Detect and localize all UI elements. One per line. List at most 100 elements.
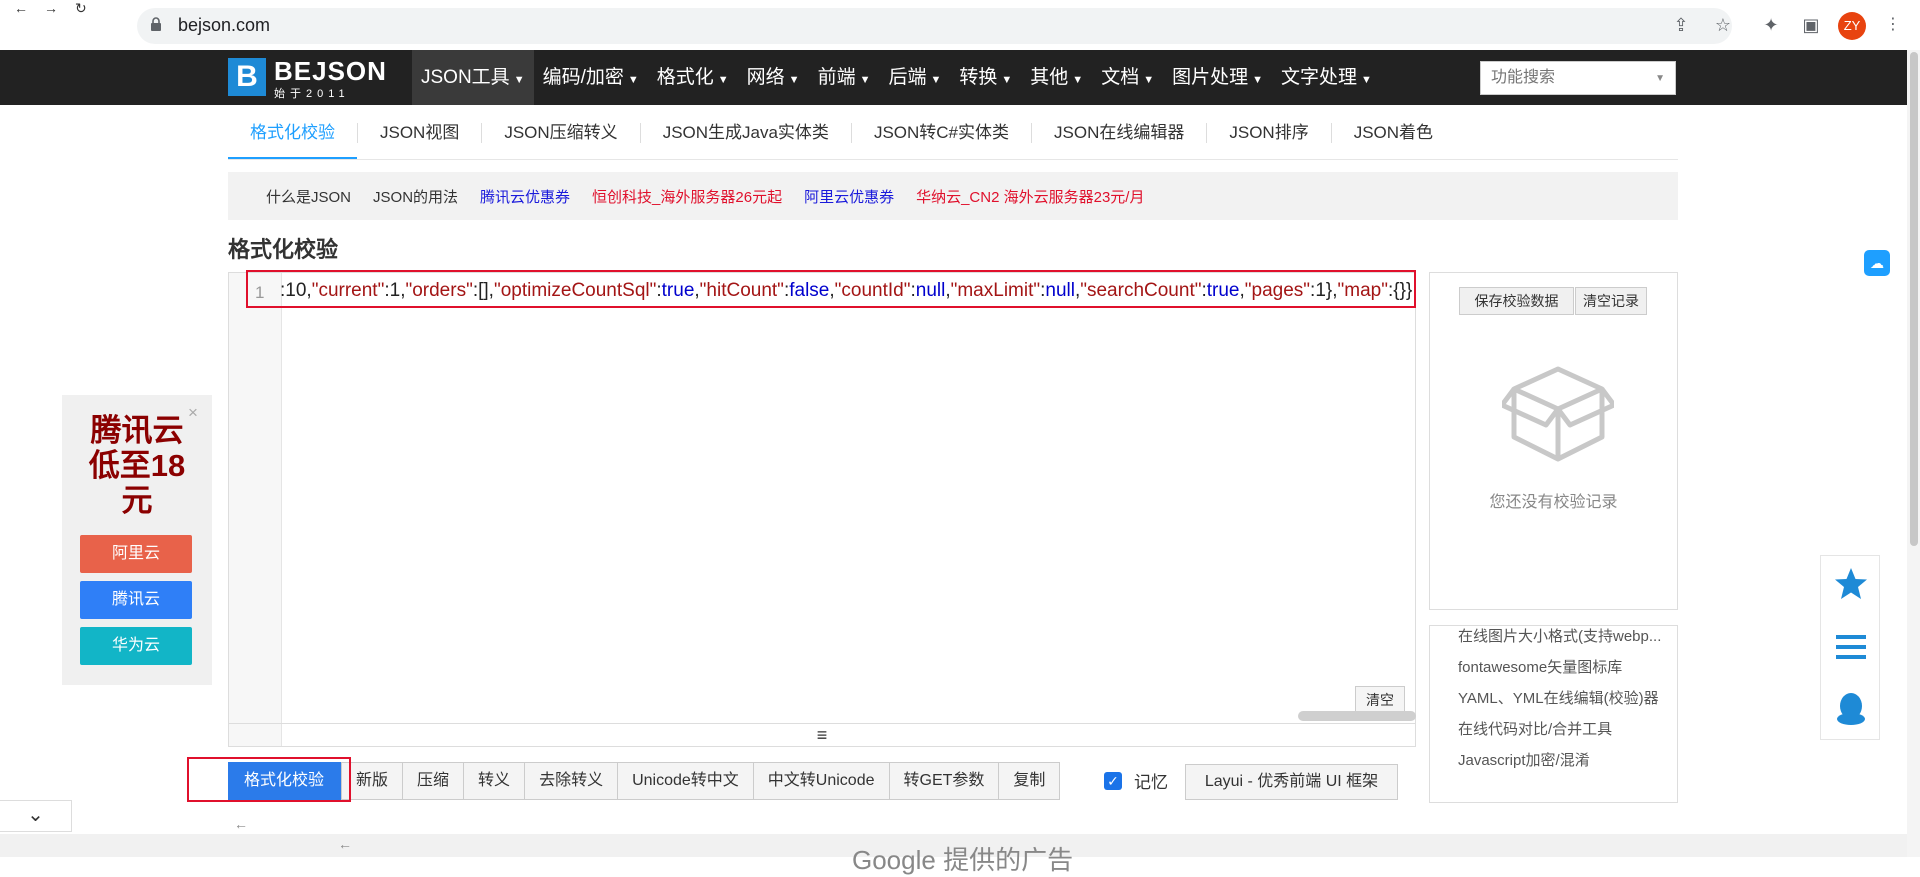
qq-icon[interactable] — [1833, 691, 1869, 727]
section-title: 格式化校验 — [228, 237, 339, 262]
chat-bubble-icon[interactable]: ☁ — [1864, 250, 1890, 276]
top-link[interactable]: 恒创科技_海外服务器26元起 — [592, 186, 782, 207]
top-link[interactable]: 腾讯云优惠券 — [480, 186, 570, 207]
chevron-down-icon[interactable]: ⌄ — [0, 800, 72, 832]
toolbar-button[interactable]: 复制 — [999, 762, 1061, 800]
sub-tab[interactable]: JSON着色 — [1332, 107, 1455, 159]
side-link[interactable]: YAML、YML在线编辑(校验)器 — [1458, 687, 1668, 708]
links-bar: 什么是JSON JSON的用法 腾讯云优惠券 恒创科技_海外服务器26元起 阿里云优惠券… — [228, 172, 1678, 220]
empty-history-text: 您还没有校验记录 — [1489, 494, 1618, 511]
line-gutter: 1 — [229, 273, 282, 746]
top-link[interactable]: 阿里云优惠券 — [804, 186, 894, 207]
bookmark-star-icon[interactable]: ☆ — [1712, 14, 1734, 36]
remember-checkbox[interactable]: ✓ — [1104, 771, 1122, 790]
menu-item[interactable]: 文档 ▼ — [1092, 50, 1163, 105]
top-link[interactable]: 华纳云_CN2 海外云服务器23元/月 — [916, 186, 1144, 207]
clear-history-button[interactable]: 清空记录 — [1575, 287, 1647, 315]
arrow-left-icon[interactable]: ← — [338, 836, 352, 852]
url-text[interactable]: bejson.com — [178, 15, 270, 36]
scrollbar-thumb[interactable] — [1910, 52, 1918, 546]
profile-avatar[interactable]: ZY — [1838, 12, 1866, 40]
side-panel-icon[interactable]: ▣ — [1800, 14, 1822, 36]
caret-down-icon: ▼ — [859, 74, 871, 86]
side-link[interactable]: 在线代码对比/合并工具 — [1458, 718, 1668, 739]
menu-item-label: 图片处理 — [1172, 67, 1249, 88]
toolbar-button[interactable]: 中文转Unicode — [753, 762, 890, 800]
reload-icon[interactable]: ↻ — [75, 0, 87, 17]
menu-item[interactable]: 前端 ▼ — [809, 50, 880, 105]
chevron-down-icon[interactable]: ▼ — [1655, 73, 1665, 84]
layui-link-button[interactable]: Layui - 优秀前端 UI 框架 — [1185, 764, 1398, 800]
sub-tab[interactable]: JSON排序 — [1207, 107, 1330, 159]
menu-item[interactable]: JSON工具 ▼ — [412, 50, 534, 105]
ad-button[interactable]: 阿里云 — [80, 535, 192, 573]
json-editor[interactable]: 1 — [228, 272, 1416, 747]
floating-toolbar — [1820, 555, 1880, 740]
caret-down-icon: ▼ — [1143, 74, 1155, 86]
caret-down-icon: ▼ — [930, 74, 942, 86]
toolbar-button[interactable]: 去除转义 — [525, 762, 619, 800]
caret-down-icon: ▼ — [1072, 74, 1084, 86]
menu-item-label: 转换 — [959, 67, 998, 88]
share-icon[interactable]: ⇪ — [1670, 14, 1692, 36]
sub-tab[interactable]: JSON生成Java实体类 — [641, 107, 851, 159]
caret-down-icon: ▼ — [513, 74, 525, 86]
sub-tab[interactable]: JSON视图 — [358, 107, 481, 159]
side-links-panel: 在线图片大小格式(支持webp... fontawesome矢量图标库 YAML、Y… — [1429, 625, 1678, 803]
sub-tab[interactable]: JSON转C#实体类 — [852, 107, 1031, 159]
save-check-data-button[interactable]: 保存校验数据 — [1459, 287, 1574, 315]
menu-item-label: 文字处理 — [1281, 67, 1358, 88]
menu-item-label: 格式化 — [656, 67, 714, 88]
star-icon[interactable] — [1833, 566, 1869, 602]
arrow-left-icon[interactable]: ← — [234, 816, 248, 832]
top-link[interactable]: JSON的用法 — [373, 186, 458, 207]
toolbar-button[interactable]: 压缩 — [403, 762, 465, 800]
remember-option[interactable]: ✓ 记忆 — [1104, 768, 1168, 793]
more-menu-icon[interactable]: ⋮ — [1882, 14, 1904, 36]
menu-item[interactable]: 其他 ▼ — [1021, 50, 1092, 105]
ad-button[interactable]: 华为云 — [80, 627, 192, 665]
menu-item-label: 其他 — [1030, 67, 1069, 88]
side-link[interactable]: 在线图片大小格式(支持webp... — [1458, 626, 1668, 646]
menu-item-label: 文档 — [1101, 67, 1140, 88]
toolbar-button[interactable]: 转义 — [464, 762, 526, 800]
ad-button[interactable]: 腾讯云 — [80, 581, 192, 619]
menu-item[interactable]: 编码/加密 ▼ — [534, 50, 648, 105]
menu-icon[interactable] — [1833, 629, 1869, 665]
function-search[interactable]: ▼ — [1480, 61, 1676, 95]
menu-item[interactable]: 转换 ▼ — [950, 50, 1021, 105]
address-bar[interactable] — [137, 8, 1732, 44]
menu-item-label: 编码/加密 — [542, 67, 624, 88]
menu-item[interactable]: 后端 ▼ — [879, 50, 950, 105]
side-link[interactable]: fontawesome矢量图标库 — [1458, 656, 1668, 677]
forward-icon[interactable]: → — [44, 0, 58, 16]
caret-down-icon: ▼ — [1252, 74, 1263, 86]
menu-item[interactable]: 格式化 ▼ — [648, 50, 738, 105]
function-search-input[interactable] — [1489, 62, 1653, 94]
side-link[interactable]: Javascript加密/混淆 — [1458, 749, 1668, 770]
top-link[interactable]: 什么是JSON — [266, 186, 351, 207]
extensions-icon[interactable]: ✦ — [1760, 14, 1782, 36]
action-toolbar: 格式化校验 新版 压缩 转义 去除转义 Unicode转中文 中文转Unicode 转GET参… — [228, 762, 1061, 800]
caret-down-icon: ▼ — [1001, 74, 1013, 86]
menu-item[interactable]: 图片处理 ▼ — [1163, 50, 1272, 105]
close-icon[interactable]: × — [188, 403, 198, 423]
menu-item[interactable]: 网络 ▼ — [738, 50, 809, 105]
sub-tab[interactable]: 格式化校验 — [228, 107, 357, 159]
clear-editor-button[interactable]: 清空 — [1355, 686, 1405, 714]
caret-down-icon: ▼ — [1361, 74, 1372, 86]
sub-tab[interactable]: JSON压缩转义 — [482, 107, 639, 159]
logo-mark-icon: B — [228, 58, 266, 96]
back-icon[interactable]: ← — [14, 0, 28, 16]
site-logo[interactable]: B BEJSON 始于2011 — [228, 56, 386, 100]
sub-tab[interactable]: JSON在线编辑器 — [1032, 107, 1206, 159]
history-panel: 保存校验数据 清空记录 您还没有校验记录 — [1429, 272, 1678, 610]
toolbar-button[interactable]: Unicode转中文 — [618, 762, 754, 800]
menu-item[interactable]: 文字处理 ▼ — [1272, 50, 1381, 105]
logo-subtitle: 始于2011 — [274, 88, 350, 100]
ad-label: Google 提供的广告 — [852, 845, 1074, 875]
toolbar-button[interactable]: 转GET参数 — [889, 762, 1000, 800]
horizontal-scrollbar[interactable] — [1298, 711, 1416, 721]
cloud-ad: 腾讯云低至18元 × 阿里云 腾讯云 华为云 — [62, 395, 212, 685]
resize-handle-icon[interactable]: ≡ — [228, 723, 1416, 747]
